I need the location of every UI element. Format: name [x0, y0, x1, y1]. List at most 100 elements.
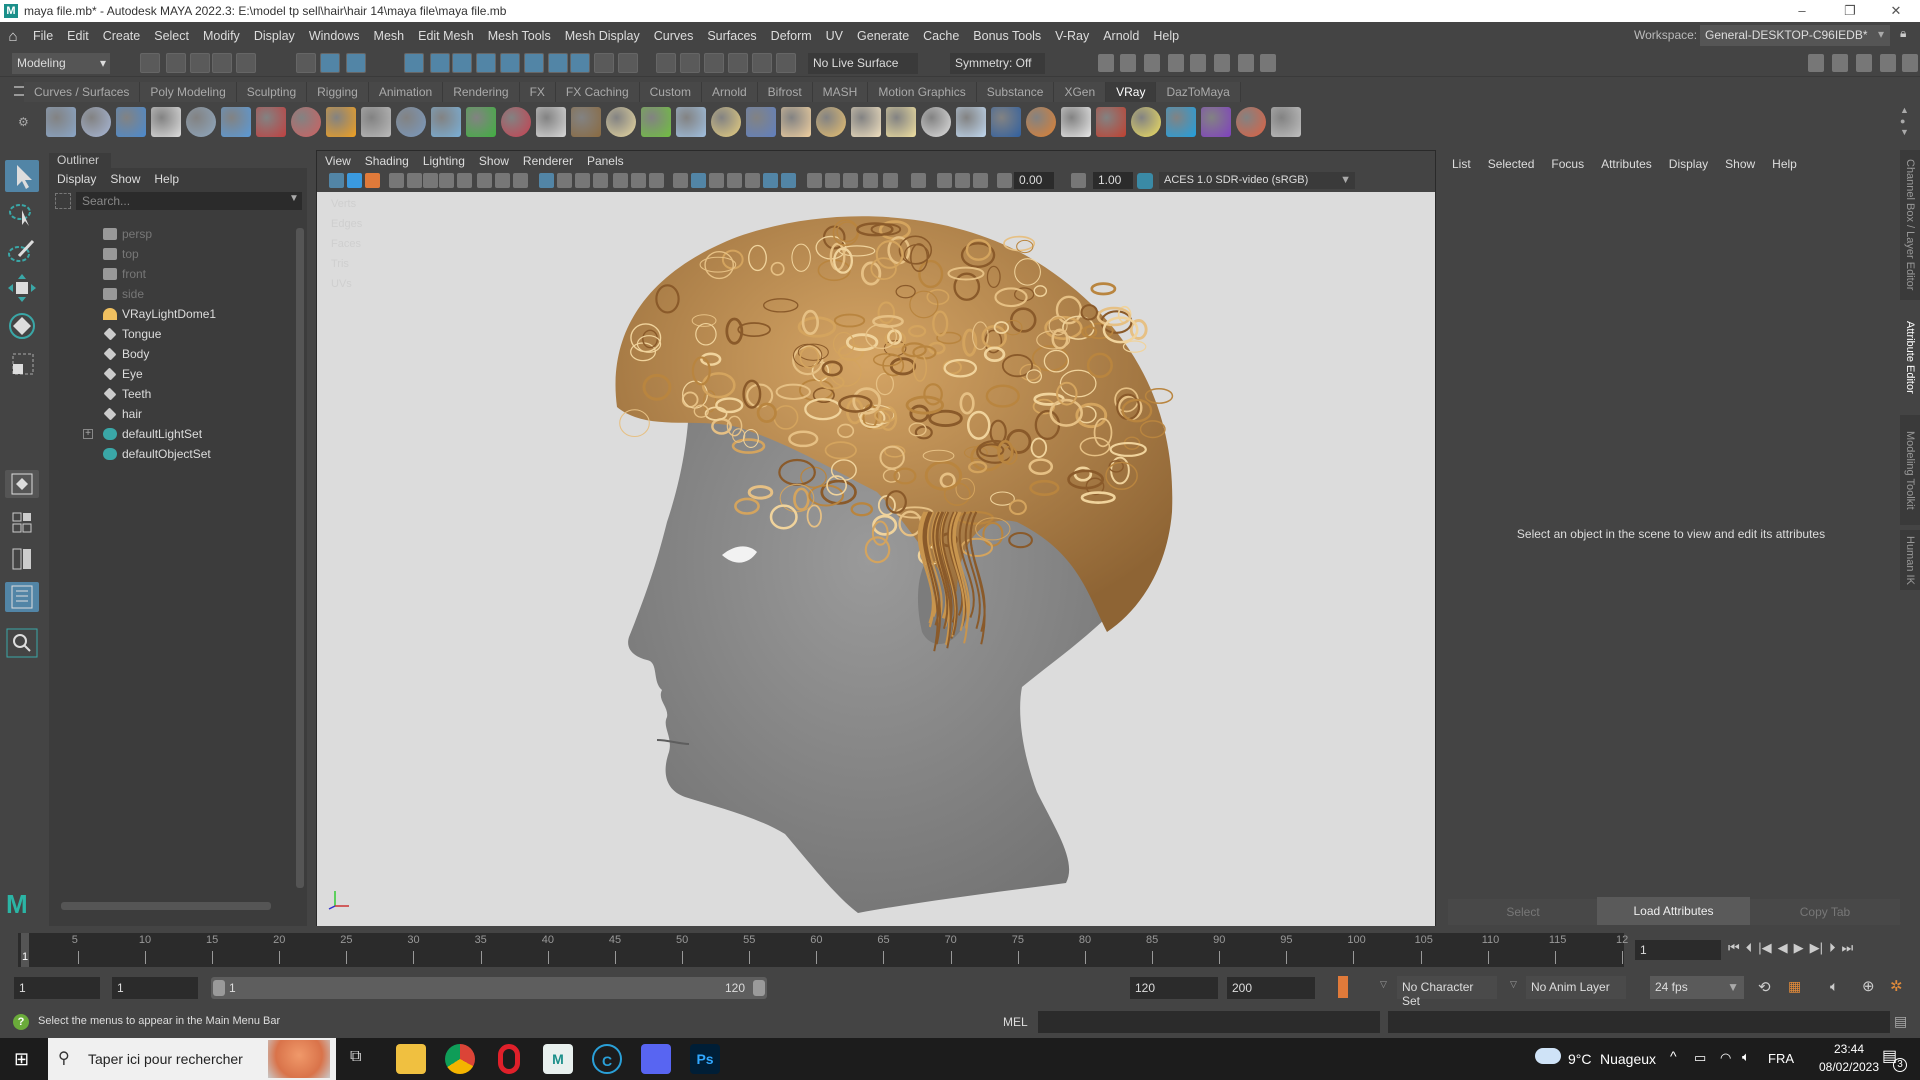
status-tool-icon[interactable]: [140, 53, 160, 73]
status-tool-icon[interactable]: [190, 53, 210, 73]
shelf-tool-icon[interactable]: [81, 107, 111, 137]
viewport-tool-icon[interactable]: [575, 173, 590, 188]
workspace-dropdown[interactable]: General-DESKTOP-C96IEDB*: [1700, 25, 1890, 46]
shelf-tool-icon[interactable]: [1201, 107, 1231, 137]
status-tool-icon[interactable]: [166, 53, 186, 73]
shelf-tool-icon[interactable]: [571, 107, 601, 137]
symmetry-dropdown[interactable]: Symmetry: Off: [950, 53, 1045, 74]
menu-windows[interactable]: Windows: [302, 29, 367, 43]
ae-menu-help[interactable]: Help: [1772, 157, 1797, 171]
shelf-tab-vray[interactable]: VRay: [1106, 82, 1157, 102]
outliner-item-tongue[interactable]: Tongue: [103, 324, 161, 344]
viewport-tool-icon[interactable]: [673, 173, 688, 188]
play-end-field[interactable]: 120: [1130, 977, 1218, 999]
outliner-item-vraylightdome1[interactable]: VRayLightDome1: [103, 304, 216, 324]
shelf-tab-rendering[interactable]: Rendering: [443, 82, 520, 102]
expand-icon[interactable]: +: [83, 429, 93, 439]
viewport-tool-icon[interactable]: [347, 173, 362, 188]
play-start-field[interactable]: 1: [112, 977, 198, 999]
sound-icon[interactable]: 🔈︎: [1830, 978, 1838, 995]
go-to-end-button[interactable]: ⏭: [1841, 940, 1853, 956]
render-tool-icon[interactable]: [1832, 54, 1848, 72]
step-forward-frame-button[interactable]: ▶|: [1810, 940, 1823, 956]
shelf-tool-icon[interactable]: [221, 107, 251, 137]
chrome-icon[interactable]: [445, 1044, 475, 1074]
viewport-tool-icon[interactable]: [613, 173, 628, 188]
status-tool-icon[interactable]: [500, 53, 520, 73]
viewport-tool-icon[interactable]: [843, 173, 858, 188]
status-tool-icon[interactable]: [296, 53, 316, 73]
shelf-tool-icon[interactable]: [1236, 107, 1266, 137]
range-slider[interactable]: 1 120: [211, 977, 767, 999]
side-tab-channel-box-layer-editor[interactable]: Channel Box / Layer Editor: [1900, 150, 1920, 300]
minimize-button[interactable]: –: [1782, 0, 1822, 22]
cinema-icon[interactable]: C: [592, 1044, 622, 1074]
cache-playback-icon[interactable]: ▦: [1788, 978, 1801, 995]
four-view-layout-icon[interactable]: [5, 510, 39, 538]
outliner-item-front[interactable]: front: [103, 264, 146, 284]
status-tool-icon[interactable]: [452, 53, 472, 73]
ae-menu-focus[interactable]: Focus: [1551, 157, 1584, 171]
load-attributes-button[interactable]: Load Attributes: [1597, 897, 1750, 925]
shelf-tool-icon[interactable]: [1166, 107, 1196, 137]
shelf-tool-icon[interactable]: [851, 107, 881, 137]
ae-menu-list[interactable]: List: [1452, 157, 1471, 171]
lock-icon[interactable]: 🔒︎: [1900, 26, 1906, 41]
status-tool-icon[interactable]: [476, 53, 496, 73]
shelf-scroll-icon[interactable]: ▲ ● ▼: [1900, 105, 1909, 138]
shelf-tool-icon[interactable]: [921, 107, 951, 137]
status-tool-icon[interactable]: [236, 53, 256, 73]
viewport-tool-icon[interactable]: [329, 173, 344, 188]
shelf-tool-icon[interactable]: [536, 107, 566, 137]
ae-menu-show[interactable]: Show: [1725, 157, 1755, 171]
auto-key-icon[interactable]: [1338, 976, 1348, 998]
preferences-icon[interactable]: ✲: [1890, 977, 1903, 995]
outliner-layout-icon[interactable]: [5, 582, 39, 612]
menu-surfaces[interactable]: Surfaces: [700, 29, 763, 43]
anim-end-field[interactable]: 200: [1227, 977, 1315, 999]
taskbar-search-box[interactable]: ⚲ Taper ici pour rechercher: [48, 1038, 336, 1080]
volume-icon[interactable]: 🔈︎: [1742, 1049, 1750, 1065]
viewport-tool-icon[interactable]: [937, 173, 952, 188]
render-tool-icon[interactable]: [1098, 54, 1114, 72]
side-tab-modeling-toolkit[interactable]: Modeling Toolkit: [1900, 415, 1920, 525]
shelf-tab-custom[interactable]: Custom: [639, 82, 702, 102]
outliner-menu-display[interactable]: Display: [57, 172, 96, 186]
input-language[interactable]: FRA: [1768, 1051, 1794, 1066]
lasso-tool[interactable]: [5, 198, 39, 230]
viewport-tool-icon[interactable]: [997, 173, 1012, 188]
menuset-dropdown[interactable]: Modeling ▾: [12, 53, 110, 74]
color-management-icon[interactable]: [1137, 173, 1153, 189]
outliner-item-defaultobjectset[interactable]: defaultObjectSet: [103, 444, 211, 464]
outliner-item-body[interactable]: Body: [103, 344, 149, 364]
shelf-tool-icon[interactable]: [956, 107, 986, 137]
viewport-tool-icon[interactable]: [763, 173, 778, 188]
status-tool-icon[interactable]: [524, 53, 544, 73]
shelf-tool-icon[interactable]: [676, 107, 706, 137]
viewport-menu-view[interactable]: View: [325, 154, 351, 168]
viewport-tool-icon[interactable]: [513, 173, 528, 188]
shelf-tool-icon[interactable]: [46, 107, 76, 137]
weather-cloud-icon[interactable]: [1535, 1048, 1561, 1064]
two-view-layout-icon[interactable]: [5, 546, 39, 574]
outliner-menu-show[interactable]: Show: [110, 172, 140, 186]
character-set-dropdown[interactable]: No Character Set: [1397, 976, 1497, 1008]
chevron-down-icon[interactable]: ▼: [289, 193, 299, 204]
viewport-tool-icon[interactable]: [495, 173, 510, 188]
shelf-tool-icon[interactable]: [781, 107, 811, 137]
viewport-menu-show[interactable]: Show: [479, 154, 509, 168]
command-input[interactable]: [1038, 1011, 1380, 1033]
outliner-search-input[interactable]: Search...: [76, 192, 302, 210]
menu-mesh-tools[interactable]: Mesh Tools: [481, 29, 558, 43]
shelf-tool-icon[interactable]: [361, 107, 391, 137]
status-tool-icon[interactable]: [704, 53, 724, 73]
shelf-tool-icon[interactable]: [1096, 107, 1126, 137]
menu-bonus-tools[interactable]: Bonus Tools: [966, 29, 1048, 43]
file-explorer-icon[interactable]: [396, 1044, 426, 1074]
shelf-tab-curves-surfaces[interactable]: Curves / Surfaces: [24, 82, 141, 102]
menu-create[interactable]: Create: [96, 29, 148, 43]
exposure-field[interactable]: 0.00: [1014, 172, 1054, 189]
shelf-tab-fx-caching[interactable]: FX Caching: [555, 82, 640, 102]
viewport-canvas[interactable]: Verts Edges Faces Tris UVs: [317, 192, 1435, 926]
task-view-icon[interactable]: ⧉: [350, 1048, 361, 1066]
